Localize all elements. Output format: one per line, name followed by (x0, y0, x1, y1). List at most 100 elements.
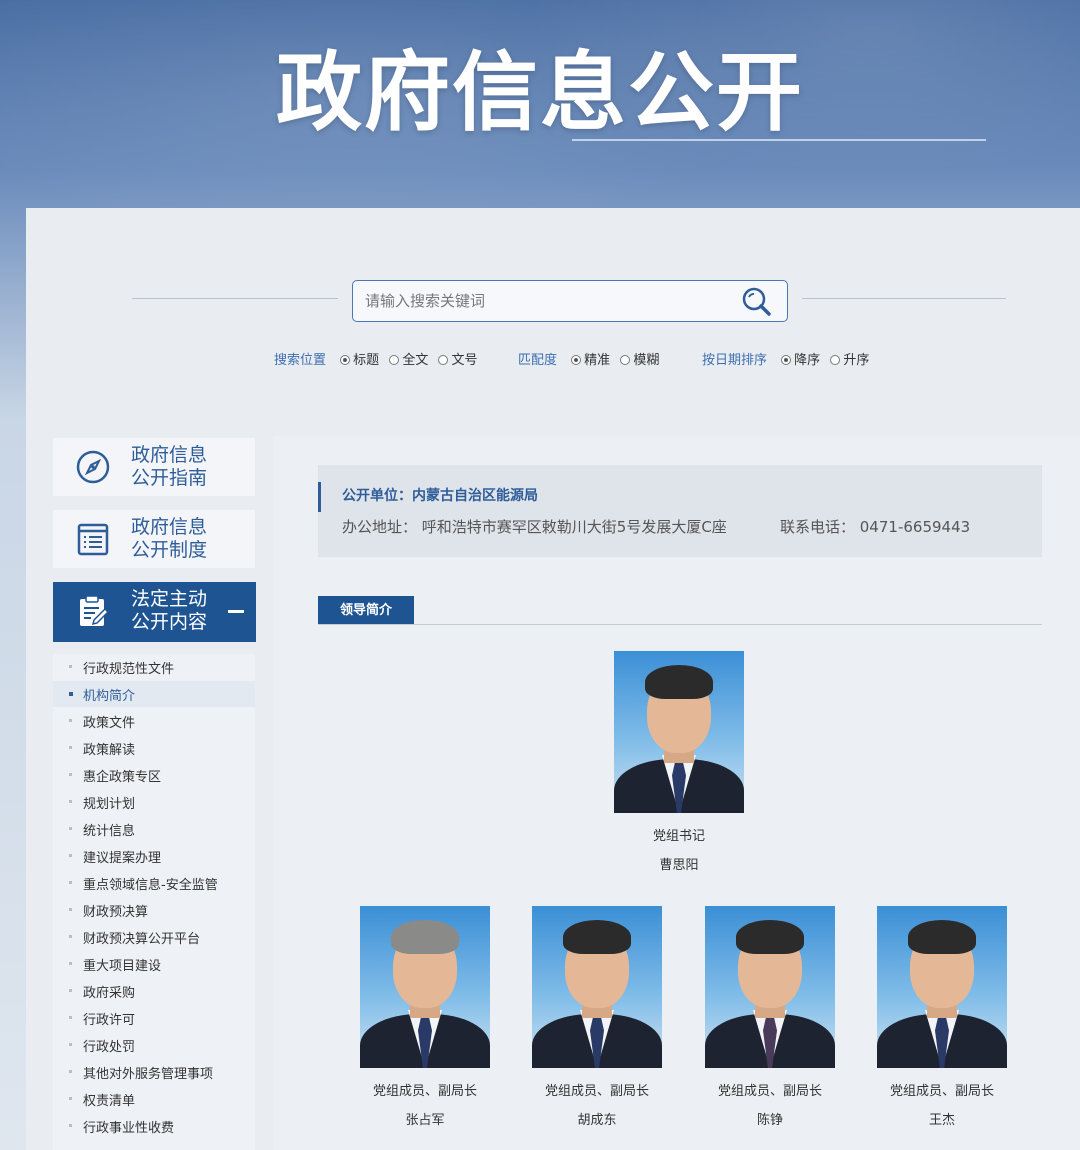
collapse-icon[interactable] (228, 610, 244, 613)
sidebar-item[interactable]: 财政预决算公开平台 (53, 924, 255, 950)
leader-name: 陈铮 (756, 1113, 783, 1128)
bullet-icon (69, 746, 72, 749)
leader-card[interactable]: 党组成员、副局长 陈铮 (705, 906, 835, 1128)
unit-phone: 联系电话： 0471-6659443 (780, 518, 971, 536)
divider (802, 298, 1006, 299)
divider (132, 298, 338, 299)
search-icon (742, 287, 771, 316)
sidebar-item[interactable]: 建议提案办理 (53, 843, 255, 869)
filter-sort: 按日期排序 降序 升序 (702, 349, 873, 368)
sidebar-item-label: 财政预决算公开平台 (83, 932, 201, 947)
sidebar-item-label: 政策解读 (83, 743, 136, 758)
search-box (352, 280, 788, 322)
document-list-icon (77, 523, 109, 556)
sidebar-item[interactable]: 行政规范性文件 (53, 654, 255, 680)
search-input[interactable] (365, 289, 725, 313)
section-tab-leaders: 领导简介 (318, 596, 414, 625)
sidebar-item[interactable]: 重点领域信息-安全监管 (53, 870, 255, 896)
sidebar-item[interactable]: 政府采购 (53, 978, 255, 1004)
sidebar-item-label: 行政规范性文件 (83, 662, 175, 677)
sidebar-item[interactable]: 行政许可 (53, 1005, 255, 1031)
sidebar-item-label: 重大项目建设 (83, 959, 162, 974)
sidebar-item[interactable]: 规划计划 (53, 789, 255, 815)
sidebar-item-label: 规划计划 (83, 797, 136, 812)
leader-name: 曹思阳 (659, 858, 699, 873)
radio-fulltext[interactable] (389, 355, 400, 365)
edit-document-icon (80, 595, 110, 626)
option-label: 升序 (843, 353, 870, 368)
sidebar-card-label: 政府信息 公开指南 (131, 444, 208, 489)
sidebar-item-label: 其他对外服务管理事项 (83, 1067, 214, 1082)
radio-title[interactable] (340, 355, 351, 365)
bullet-icon (69, 719, 72, 722)
leader-photo (705, 906, 835, 1068)
sidebar-item[interactable]: 行政处罚 (53, 1032, 255, 1058)
banner: 政府信息公开 (0, 0, 1080, 210)
sidebar-item-label: 权责清单 (83, 1094, 136, 1109)
sidebar-item[interactable]: 统计信息 (53, 816, 255, 842)
option-label: 标题 (353, 353, 380, 368)
unit-info-card: 公开单位：内蒙古自治区能源局 办公地址： 呼和浩特市赛罕区敕勒川大街5号发展大厦… (318, 465, 1042, 557)
sidebar-card-label: 法定主动 公开内容 (131, 588, 208, 633)
sidebar-item[interactable]: 惠企政策专区 (53, 762, 255, 788)
radio-fuzzy[interactable] (620, 355, 631, 365)
bullet-icon (69, 1043, 72, 1046)
sidebar-item[interactable]: 政策解读 (53, 735, 255, 761)
sidebar-item-label: 政策文件 (83, 716, 136, 731)
option-label: 全文 (402, 353, 429, 368)
bullet-icon (69, 881, 72, 884)
sidebar-item-label: 行政事业性收费 (83, 1121, 175, 1136)
section-header: 领导简介 (318, 596, 1042, 626)
sidebar-item-label: 统计信息 (83, 824, 136, 839)
leader-name: 胡成东 (577, 1113, 617, 1128)
leader-name: 张占军 (405, 1113, 445, 1128)
radio-docnumber[interactable] (438, 355, 449, 365)
filter-sort-label: 按日期排序 (702, 353, 768, 368)
sidebar-card-label: 政府信息 公开制度 (131, 516, 208, 561)
sidebar-item[interactable]: 政策文件 (53, 708, 255, 734)
sidebar-item-label: 行政处罚 (83, 1040, 136, 1055)
sidebar-item-label: 机构简介 (83, 689, 136, 704)
option-label: 文号 (451, 353, 478, 368)
leader-card[interactable]: 党组成员、副局长 胡成东 (532, 906, 662, 1128)
sidebar-card-guide[interactable]: 政府信息 公开指南 (53, 438, 255, 496)
sidebar-item-label: 财政预决算 (83, 905, 149, 920)
leader-card[interactable]: 党组书记 曹思阳 (614, 651, 744, 873)
bullet-icon (69, 665, 72, 668)
sidebar-item[interactable]: 财政预决算 (53, 897, 255, 923)
sidebar-list: 行政规范性文件 机构简介 政策文件 政策解读 惠企政策专区 规划计划 统计信息 … (53, 654, 255, 1150)
sidebar-card-system[interactable]: 政府信息 公开制度 (53, 510, 255, 568)
bullet-icon (69, 854, 72, 857)
leader-card[interactable]: 党组成员、副局长 王杰 (877, 906, 1007, 1128)
sidebar-item-active[interactable]: 机构简介 (53, 681, 255, 707)
leader-title: 党组成员、副局长 (717, 1084, 822, 1099)
search-button[interactable] (739, 285, 775, 317)
bullet-icon (69, 962, 72, 965)
leader-title: 党组成员、副局长 (544, 1084, 649, 1099)
leader-card[interactable]: 党组成员、副局长 张占军 (360, 906, 490, 1128)
search-area (132, 280, 1006, 322)
leader-photo (877, 906, 1007, 1068)
compass-icon (76, 450, 110, 484)
radio-desc[interactable] (781, 355, 792, 365)
leader-title: 党组成员、副局长 (372, 1084, 477, 1099)
bullet-icon (69, 908, 72, 911)
sidebar-item[interactable]: 重大项目建设 (53, 951, 255, 977)
banner-divider (572, 139, 986, 141)
bullet-icon (69, 1016, 72, 1019)
sidebar-item[interactable]: 行政事业性收费 (53, 1113, 255, 1139)
leader-photo (360, 906, 490, 1068)
sidebar-item[interactable]: 其他对外服务管理事项 (53, 1059, 255, 1085)
option-label: 降序 (794, 353, 821, 368)
filter-position-label: 搜索位置 (274, 353, 327, 368)
filter-match-label: 匹配度 (518, 353, 558, 368)
radio-exact[interactable] (571, 355, 582, 365)
unit-address: 办公地址： 呼和浩特市赛罕区敕勒川大街5号发展大厦C座 (342, 518, 727, 536)
filter-position: 搜索位置 标题 全文 文号 (274, 349, 481, 368)
bullet-icon (69, 773, 72, 776)
sidebar-item[interactable]: 权责清单 (53, 1086, 255, 1112)
bullet-icon (69, 800, 72, 803)
unit-name: 公开单位：内蒙古自治区能源局 (342, 488, 538, 504)
radio-asc[interactable] (830, 355, 841, 365)
sidebar-card-statutory[interactable]: 法定主动 公开内容 (53, 582, 256, 642)
